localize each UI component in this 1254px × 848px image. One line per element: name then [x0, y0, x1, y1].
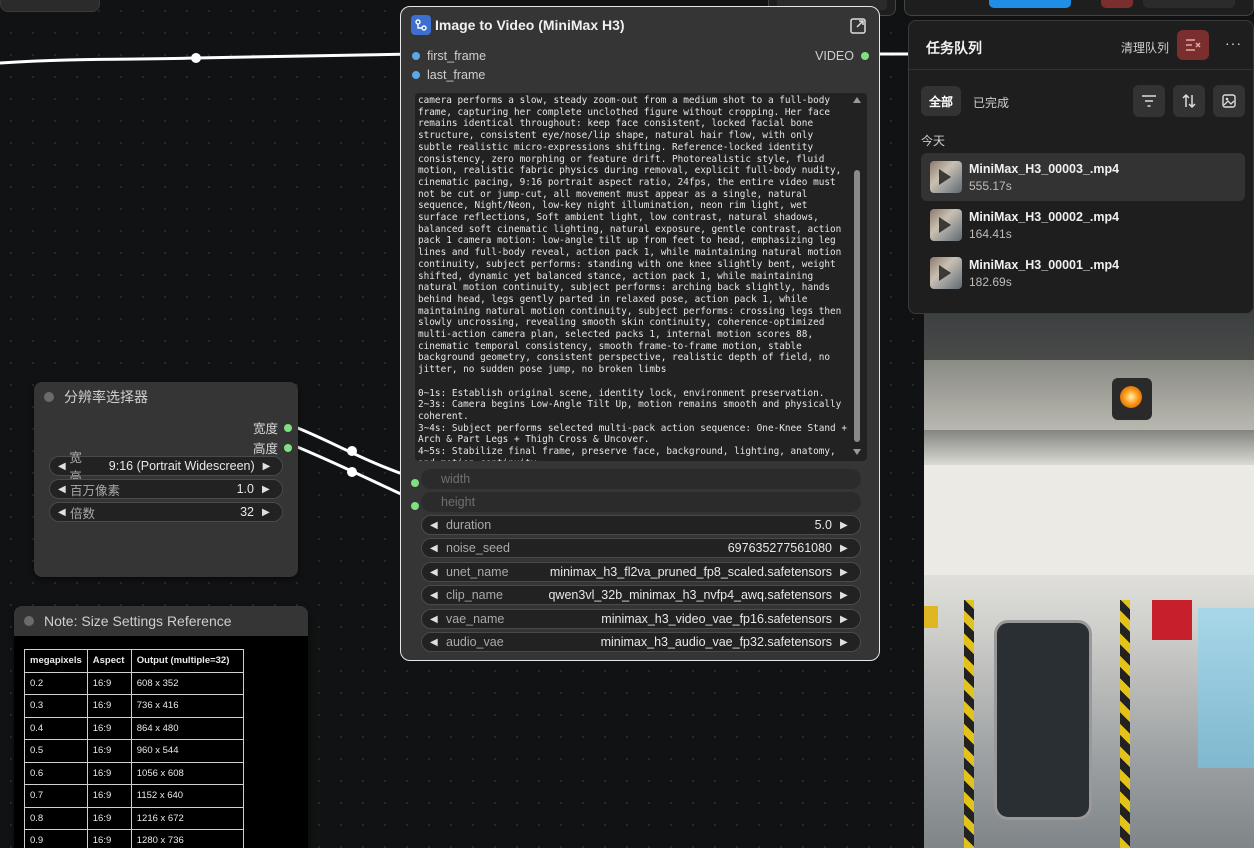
width-input-port[interactable]	[411, 474, 419, 492]
image-to-video-node[interactable]: Image to Video (MiniMax H3) first_frame …	[400, 6, 880, 661]
play-icon	[939, 169, 951, 185]
decrement-arrow-icon[interactable]: ◀	[430, 590, 442, 601]
tab-completed[interactable]: 已完成	[973, 94, 1009, 111]
node-title: 分辨率选择器	[64, 389, 148, 405]
table-row: 0.2 16:9 608 x 352	[24, 671, 244, 695]
table-row: 0.9 16:9 1280 x 736	[24, 829, 244, 848]
node-title: Image to Video (MiniMax H3)	[435, 17, 625, 33]
play-icon	[939, 265, 951, 281]
decrement-arrow-icon[interactable]: ◀	[430, 614, 442, 625]
filter-icon[interactable]	[1133, 85, 1165, 117]
collapse-dot-icon[interactable]	[24, 616, 34, 626]
clear-queue-label[interactable]: 清理队列	[1121, 39, 1169, 56]
table-row: 0.6 16:9 1056 x 608	[24, 761, 244, 785]
node-workflow-icon	[411, 15, 431, 35]
increment-arrow-icon[interactable]: ▶	[263, 461, 274, 472]
port-dot[interactable]	[861, 52, 869, 60]
height-input[interactable]: height	[421, 492, 861, 512]
vae-name-widget[interactable]: ◀ vae_name minimax_h3_video_vae_fp16.saf…	[421, 609, 861, 629]
output-width[interactable]: 宽度	[253, 418, 292, 437]
decrement-arrow-icon[interactable]: ◀	[58, 461, 69, 472]
height-input-port[interactable]	[411, 497, 419, 515]
decrement-arrow-icon[interactable]: ◀	[430, 637, 442, 648]
table-row: 0.8 16:9 1216 x 672	[24, 806, 244, 830]
increment-arrow-icon[interactable]: ▶	[262, 507, 274, 518]
expand-icon[interactable]	[849, 17, 867, 35]
table-row: 0.4 16:9 864 x 480	[24, 716, 244, 740]
table-row: 0.3 16:9 736 x 416	[24, 694, 244, 718]
gallery-icon[interactable]	[1213, 85, 1245, 117]
tab-all[interactable]: 全部	[921, 86, 961, 116]
decrement-arrow-icon[interactable]: ◀	[430, 520, 442, 531]
megapixels-widget[interactable]: ◀ 百万像素 1.0 ▶	[49, 479, 283, 499]
queue-title: 任务队列	[926, 40, 982, 56]
port-dot[interactable]	[412, 52, 420, 60]
more-options-icon[interactable]: ···	[1225, 35, 1242, 51]
task-queue-panel: 任务队列 清理队列 ··· 全部 已完成 今天 MiniMax_H3_00003…	[908, 20, 1254, 314]
table-header-row: megapixels Aspect Output (multiple=32)	[24, 649, 244, 673]
increment-arrow-icon[interactable]: ▶	[840, 567, 852, 578]
node-title: Note: Size Settings Reference	[44, 613, 232, 629]
noise-seed-widget[interactable]: ◀ noise_seed 697635277561080 ▶	[421, 538, 861, 558]
decrement-arrow-icon[interactable]: ◀	[430, 543, 442, 554]
audio-vae-widget[interactable]: ◀ audio_vae minimax_h3_audio_vae_fp32.sa…	[421, 632, 861, 652]
size-reference-table: megapixels Aspect Output (multiple=32) 0…	[24, 649, 244, 848]
prompt-scrollbar[interactable]	[853, 97, 861, 457]
video-thumbnail	[930, 161, 962, 193]
clip-name-widget[interactable]: ◀ clip_name qwen3vl_32b_minimax_h3_nvfp4…	[421, 585, 861, 605]
increment-arrow-icon[interactable]: ▶	[840, 543, 852, 554]
video-preview-image	[924, 300, 1254, 848]
increment-arrow-icon[interactable]: ▶	[840, 590, 852, 601]
queue-item[interactable]: MiniMax_H3_00001_.mp4 182.69s	[921, 249, 1245, 297]
queue-item[interactable]: MiniMax_H3_00002_.mp4 164.41s	[921, 201, 1245, 249]
input-last-frame[interactable]: last_frame	[412, 68, 485, 82]
clear-list-icon	[1186, 39, 1201, 51]
decrement-arrow-icon[interactable]: ◀	[58, 484, 70, 495]
unet-name-widget[interactable]: ◀ unet_name minimax_h3_fl2va_pruned_fp8_…	[421, 562, 861, 582]
width-input[interactable]: width	[421, 469, 861, 489]
output-height[interactable]: 高度	[253, 438, 292, 457]
decrement-arrow-icon[interactable]: ◀	[58, 507, 70, 518]
multiple-widget[interactable]: ◀ 倍数 32 ▶	[49, 502, 283, 522]
video-thumbnail	[930, 209, 962, 241]
queue-item[interactable]: MiniMax_H3_00003_.mp4 555.17s	[921, 153, 1245, 201]
sort-icon[interactable]	[1173, 85, 1205, 117]
increment-arrow-icon[interactable]: ▶	[840, 614, 852, 625]
resolution-selector-node[interactable]: 分辨率选择器 宽度 高度 ◀ 宽高... 9:16 (Portrait Wide…	[34, 382, 298, 577]
note-node[interactable]: Note: Size Settings Reference megapixels…	[14, 606, 308, 848]
prompt-textarea[interactable]: camera performs a slow, steady zoom-out …	[415, 93, 867, 461]
increment-arrow-icon[interactable]: ▶	[262, 484, 274, 495]
output-video[interactable]: VIDEO	[815, 49, 869, 63]
port-dot[interactable]	[412, 71, 420, 79]
table-row: 0.7 16:9 1152 x 640	[24, 784, 244, 808]
decrement-arrow-icon[interactable]: ◀	[430, 567, 442, 578]
increment-arrow-icon[interactable]: ▶	[840, 637, 852, 648]
input-first-frame[interactable]: first_frame	[412, 49, 486, 63]
increment-arrow-icon[interactable]: ▶	[840, 520, 852, 531]
collapse-dot-icon[interactable]	[44, 392, 54, 402]
play-icon	[939, 217, 951, 233]
section-today: 今天	[921, 134, 946, 148]
duration-widget[interactable]: ◀ duration 5.0 ▶	[421, 515, 861, 535]
table-row: 0.5 16:9 960 x 544	[24, 739, 244, 763]
aspect-ratio-widget[interactable]: ◀ 宽高... 9:16 (Portrait Widescreen) ▶	[49, 451, 283, 484]
clear-queue-button[interactable]	[1177, 30, 1209, 60]
video-thumbnail	[930, 257, 962, 289]
